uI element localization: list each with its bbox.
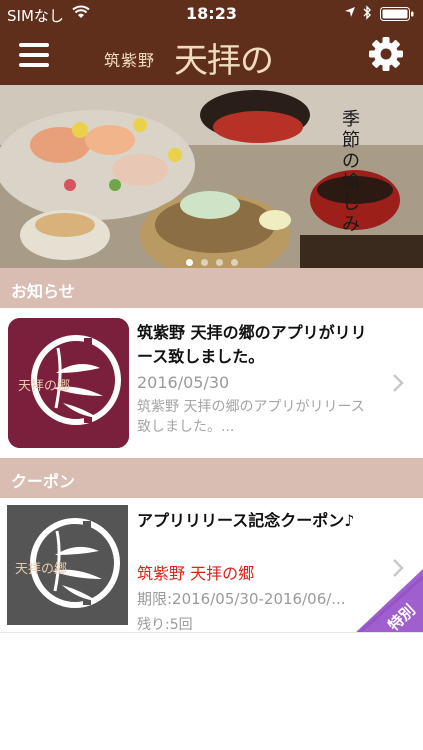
coupons-section-title: クーポン bbox=[11, 472, 76, 491]
notice-title: 筑紫野 天拝の郷のアプリがリリース致しました。 bbox=[137, 323, 367, 366]
carousel-dot[interactable] bbox=[185, 259, 193, 266]
settings-gear-icon[interactable] bbox=[368, 36, 404, 72]
carousel-dot[interactable] bbox=[200, 259, 208, 266]
notice-body: 筑紫野 天拝の郷のアプリがリリース致しました。... bbox=[137, 399, 365, 435]
list-divider bbox=[0, 632, 423, 633]
status-bar: SIMなし 18:23 bbox=[0, 0, 423, 28]
notice-thumbnail: 天拝の郷 bbox=[8, 318, 129, 448]
app-logo: 筑紫野 天拝の郷 bbox=[104, 33, 304, 130]
battery-icon bbox=[380, 7, 414, 21]
notices-section-header: お知らせ bbox=[0, 268, 423, 308]
special-badge: 特別 bbox=[355, 569, 423, 633]
notice-list-item[interactable]: 天拝の郷 筑紫野 天拝の郷のアプリがリリース致しました。 2016/05/30 … bbox=[0, 309, 423, 457]
carousel-dot[interactable] bbox=[230, 259, 238, 266]
clock: 18:23 bbox=[186, 4, 237, 23]
menu-icon bbox=[19, 43, 49, 47]
bluetooth-icon bbox=[363, 5, 371, 20]
chevron-right-icon bbox=[393, 374, 404, 392]
coupon-thumbnail: 天拝の郷 bbox=[7, 505, 128, 625]
coupon-title: アプリリリース記念クーポン♪ bbox=[137, 511, 355, 530]
hero-caption: 季節の愉しみ bbox=[342, 109, 360, 235]
logo-subtitle: 筑紫野 bbox=[104, 51, 156, 70]
bamboo-logo-icon: 天拝の郷 bbox=[7, 505, 128, 625]
location-arrow-icon bbox=[345, 7, 355, 17]
bamboo-logo-icon: 天拝の郷 bbox=[8, 318, 129, 448]
notice-date: 2016/05/30 bbox=[137, 373, 230, 392]
app-header: SIMなし 18:23 筑紫野 天拝の郷 bbox=[0, 0, 423, 130]
menu-button[interactable] bbox=[16, 40, 52, 70]
hero-banner[interactable]: 季節の愉しみ bbox=[0, 85, 423, 268]
carousel-indicator[interactable] bbox=[0, 251, 423, 268]
coupon-shop-name: 筑紫野 天拝の郷 bbox=[137, 564, 255, 583]
coupon-period: 期限:2016/05/30-2016/06/... bbox=[137, 590, 346, 608]
svg-text:天拝の郷: 天拝の郷 bbox=[18, 379, 70, 394]
carousel-dot[interactable] bbox=[215, 259, 223, 266]
coupon-remaining: 残り:5回 bbox=[137, 617, 193, 632]
notices-section-title: お知らせ bbox=[11, 282, 75, 301]
svg-text:天拝の郷: 天拝の郷 bbox=[15, 562, 67, 577]
coupons-section-header: クーポン bbox=[0, 458, 423, 498]
